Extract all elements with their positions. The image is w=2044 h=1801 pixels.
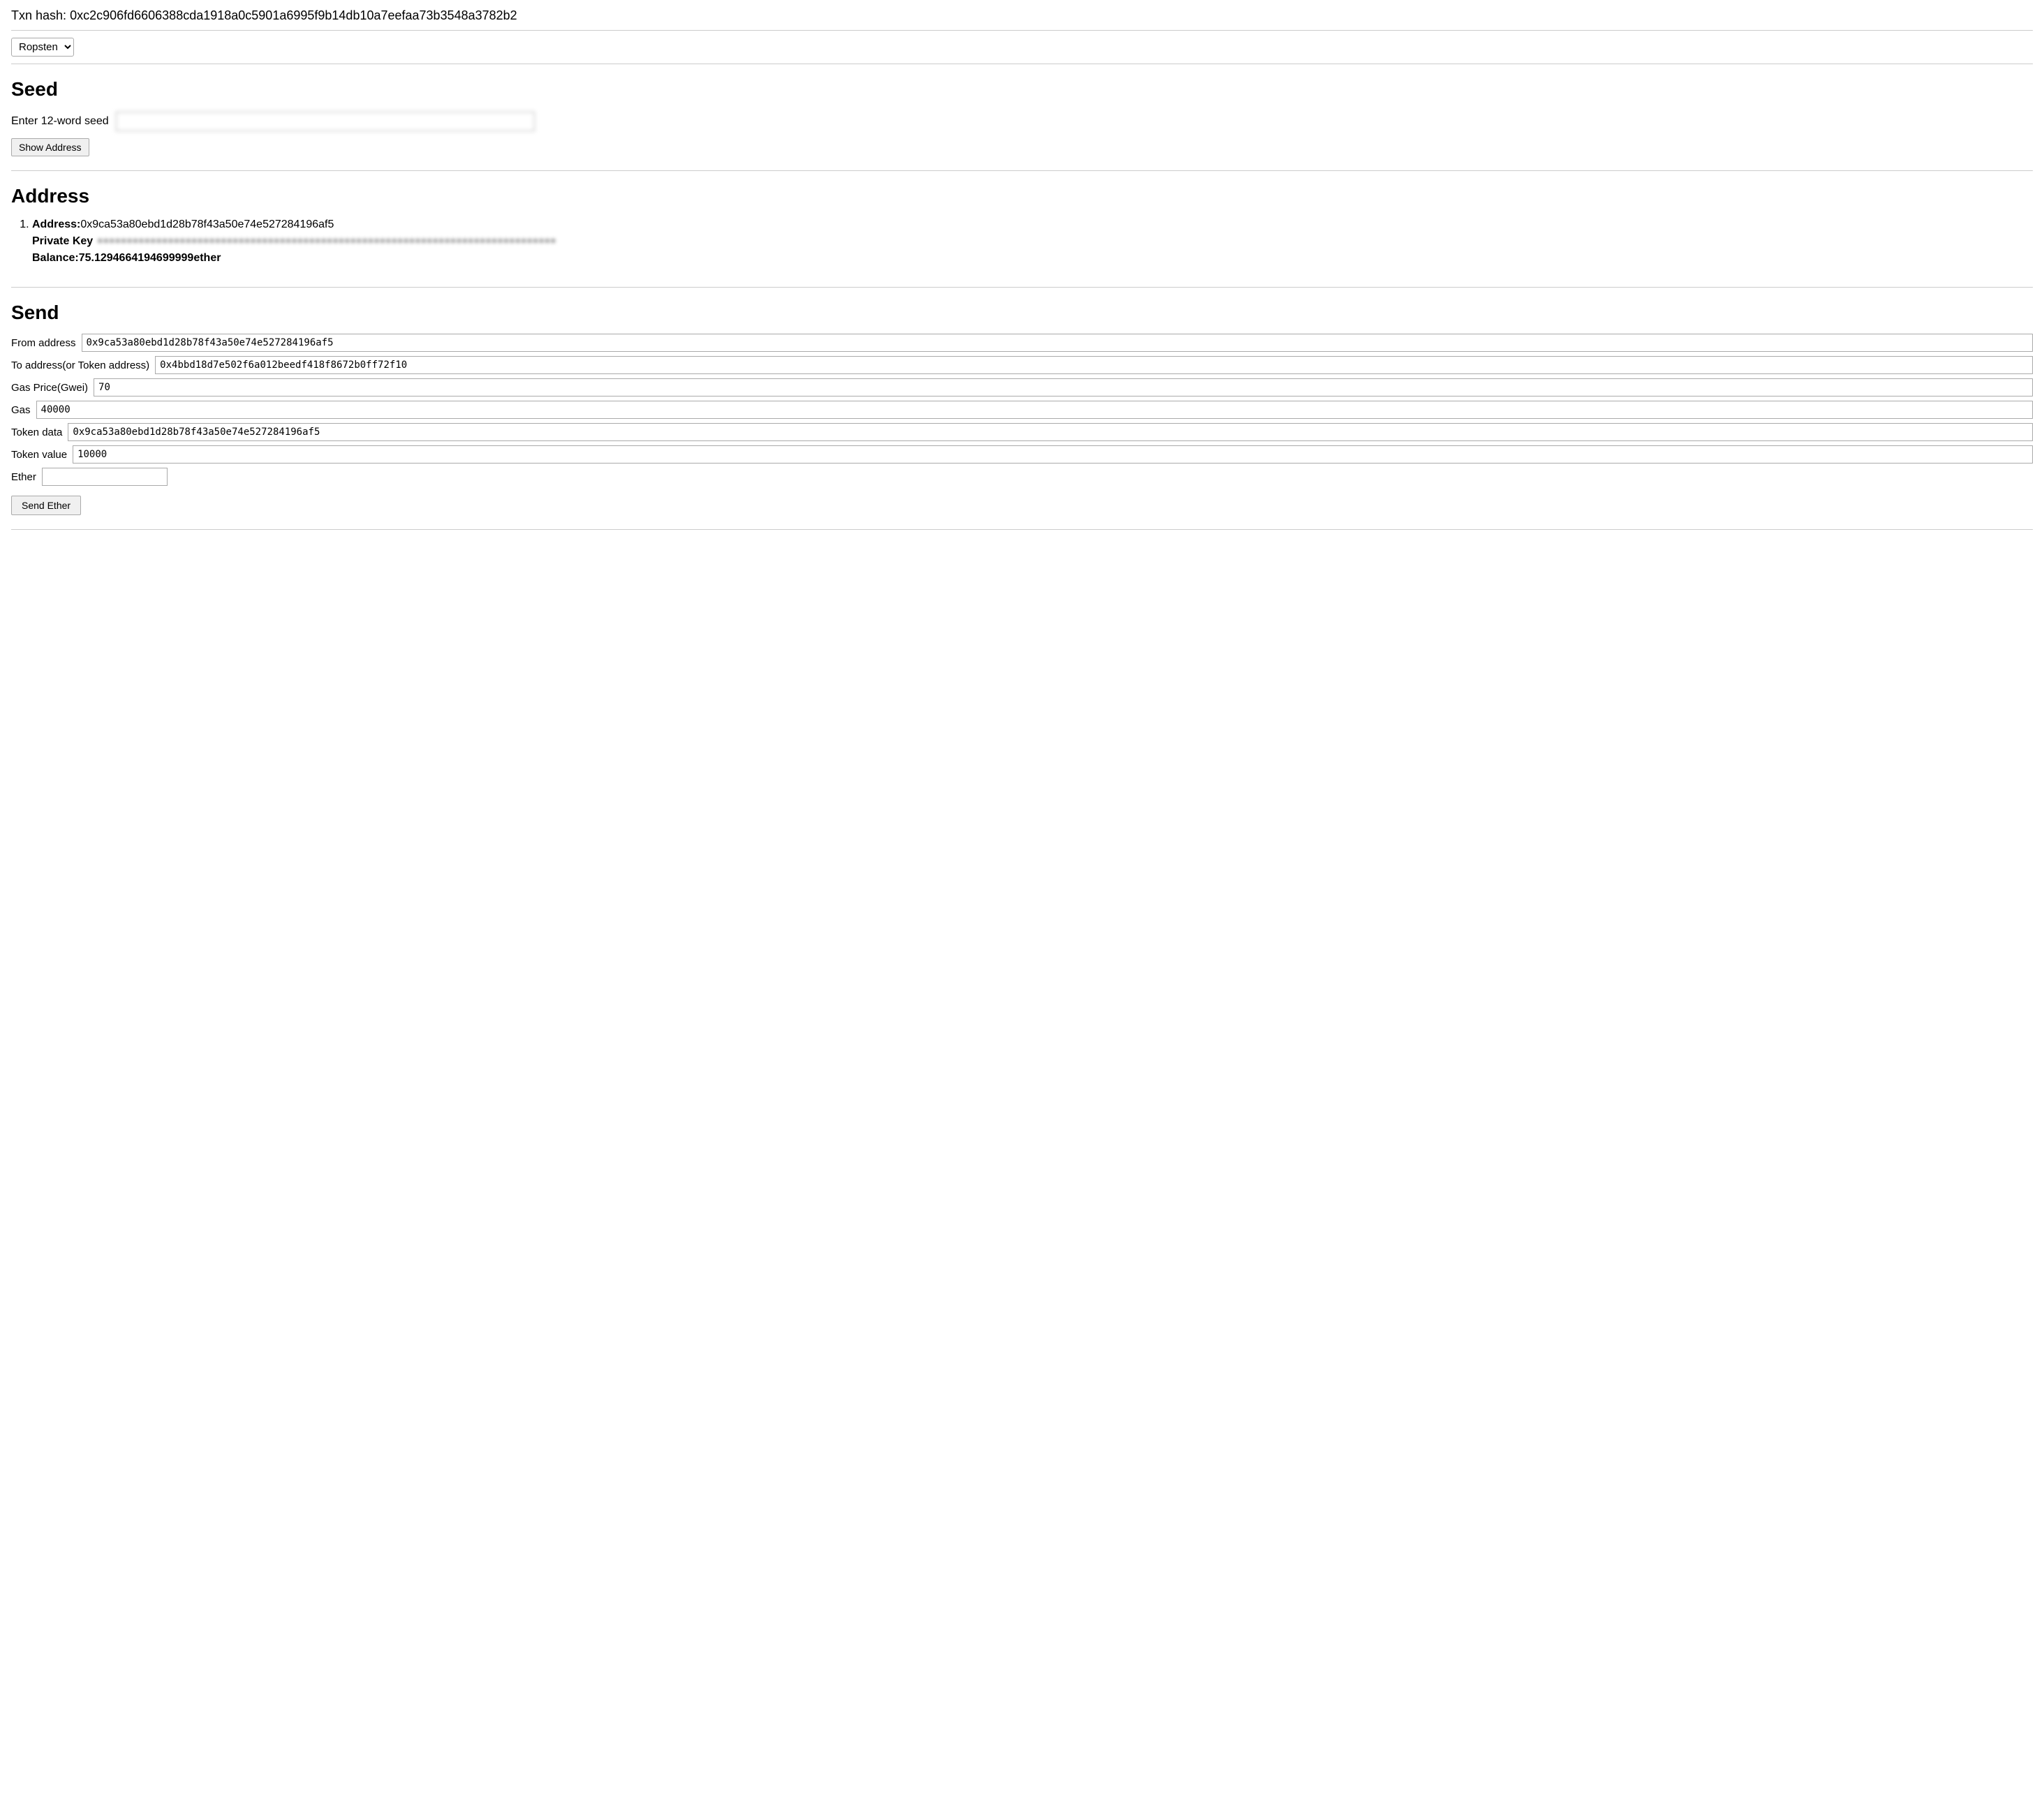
token-data-input[interactable]	[68, 423, 2033, 441]
send-section: Send From address To address(or Token ad…	[11, 302, 2033, 530]
to-address-row: To address(or Token address)	[11, 356, 2033, 374]
gas-price-label: Gas Price(Gwei)	[11, 382, 88, 394]
gas-row: Gas	[11, 401, 2033, 419]
txn-hash-row: Txn hash: 0xc2c906fd6606388cda1918a0c590…	[11, 8, 2033, 31]
token-value-row: Token value	[11, 445, 2033, 464]
seed-input[interactable]	[116, 112, 535, 131]
txn-hash-label: Txn hash:	[11, 8, 66, 22]
to-address-input[interactable]	[155, 356, 2033, 374]
balance-label: Balance:	[32, 252, 79, 264]
address-item: Address:0x9ca53a80ebd1d28b78f43a50e74e52…	[32, 218, 2033, 265]
seed-title: Seed	[11, 78, 2033, 101]
from-address-input[interactable]	[82, 334, 2033, 352]
ether-label: Ether	[11, 471, 36, 483]
gas-input[interactable]	[36, 401, 2033, 419]
private-key-value: ••••••••••••••••••••••••••••••••••••••••…	[97, 236, 556, 247]
send-ether-button[interactable]: Send Ether	[11, 496, 81, 515]
token-value-input[interactable]	[73, 445, 2033, 464]
txn-hash-value: 0xc2c906fd6606388cda1918a0c5901a6995f9b1…	[70, 8, 517, 22]
token-data-row: Token data	[11, 423, 2033, 441]
from-address-label: From address	[11, 337, 76, 349]
seed-section: Seed Enter 12-word seed Show Address	[11, 78, 2033, 171]
to-address-label: To address(or Token address)	[11, 360, 149, 371]
token-value-label: Token value	[11, 449, 67, 461]
address-line: Address:0x9ca53a80ebd1d28b78f43a50e74e52…	[32, 218, 2033, 231]
gas-price-input[interactable]	[94, 378, 2033, 396]
network-selector-row: Mainnet Ropsten Kovan Rinkeby	[11, 38, 2033, 64]
address-field-label: Address:	[32, 218, 80, 230]
address-section: Address Address:0x9ca53a80ebd1d28b78f43a…	[11, 185, 2033, 288]
from-address-row: From address	[11, 334, 2033, 352]
token-data-label: Token data	[11, 427, 62, 438]
private-key-label: Private Key	[32, 235, 93, 248]
seed-label: Enter 12-word seed	[11, 115, 109, 128]
show-address-button[interactable]: Show Address	[11, 138, 89, 156]
private-key-line: Private Key ••••••••••••••••••••••••••••…	[32, 235, 2033, 248]
balance-line: Balance:75.1294664194699999ether	[32, 252, 2033, 265]
network-select[interactable]: Mainnet Ropsten Kovan Rinkeby	[11, 38, 74, 57]
balance-value: 75.1294664194699999ether	[79, 252, 221, 264]
gas-price-row: Gas Price(Gwei)	[11, 378, 2033, 396]
address-title: Address	[11, 185, 2033, 207]
seed-input-row: Enter 12-word seed	[11, 112, 2033, 131]
ether-input[interactable]	[42, 468, 168, 486]
address-field-value: 0x9ca53a80ebd1d28b78f43a50e74e527284196a…	[80, 218, 334, 230]
gas-label: Gas	[11, 404, 31, 416]
address-list: Address:0x9ca53a80ebd1d28b78f43a50e74e52…	[11, 218, 2033, 265]
ether-row: Ether	[11, 468, 2033, 486]
send-title: Send	[11, 302, 2033, 324]
